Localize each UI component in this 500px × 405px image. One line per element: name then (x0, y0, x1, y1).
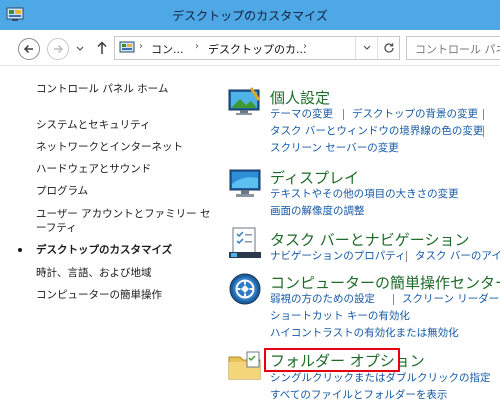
arrow-right-icon (54, 44, 64, 54)
navigation-bar: › コン... › デスクトップのカ... › コントロール パネ (0, 30, 500, 66)
search-placeholder: コントロール パネ (415, 43, 500, 56)
task-taskbar-icons[interactable]: タスク バーのアイコン (415, 250, 500, 263)
taskbar-navigation-icon (229, 227, 261, 258)
chevron-down-icon (363, 45, 370, 50)
sidebar-item-programs[interactable]: プログラム (36, 184, 88, 198)
task-change-desktop-background[interactable]: デスクトップの背景の変更 (352, 108, 478, 121)
task-enable-shortcut-keys[interactable]: ショートカット キーの有効化 (270, 310, 410, 323)
recent-locations-chevron-down-icon[interactable] (76, 46, 84, 52)
arrow-left-icon (23, 44, 33, 54)
task-show-hidden-files[interactable]: すべてのファイルとフォルダーを表示 (270, 389, 447, 402)
ease-of-access-icon (229, 273, 261, 305)
task-adjust-resolution[interactable]: 画面の解像度の調整 (270, 205, 365, 218)
category-title-display[interactable]: ディスプレイ (270, 167, 359, 188)
link-separator (343, 109, 344, 120)
breadcrumb-item-control-panel[interactable]: コン... (151, 41, 184, 57)
category-title-personalization[interactable]: 個人設定 (270, 87, 330, 108)
category-title-ease-of-access-center[interactable]: コンピューターの簡単操作センター (270, 272, 500, 293)
task-change-text-size[interactable]: テキストやその他の項目の大きさの変更 (270, 188, 459, 201)
sidebar-item-user-accounts[interactable]: ユーザー アカウントとファミリー セーフティ (36, 207, 211, 235)
window-title: デスクトップのカスタマイズ (172, 9, 328, 23)
task-navigation-properties[interactable]: ナビゲーションのプロパティ (270, 250, 406, 263)
sidebar-item-ease-of-access[interactable]: コンピューターの簡単操作 (36, 288, 162, 302)
personalization-icon (228, 87, 261, 115)
task-change-window-border-color[interactable]: タスク バーとウィンドウの境界線の色の変更 (270, 125, 483, 138)
task-toggle-high-contrast[interactable]: ハイコントラストの有効化または無効化 (270, 327, 459, 340)
control-panel-icon (119, 41, 135, 53)
up-arrow-icon[interactable] (96, 41, 108, 55)
task-use-screen-reader[interactable]: スクリーン リーダーの使 (402, 293, 500, 306)
category-title-taskbar-navigation[interactable]: タスク バーとナビゲーション (270, 229, 469, 250)
address-dropdown-button[interactable] (355, 37, 377, 59)
link-separator (483, 126, 484, 137)
folder-options-highlight-box (264, 348, 400, 372)
refresh-icon (383, 43, 394, 53)
breadcrumb-separator-icon[interactable]: › (303, 41, 307, 52)
refresh-button[interactable] (377, 37, 399, 59)
breadcrumb-separator-icon[interactable]: › (195, 41, 199, 52)
breadcrumb-item-current[interactable]: デスクトップのカ... (208, 41, 307, 57)
control-panel-window: デスクトップのカスタマイズ › コン... › デスクトップのカ... › コン… (0, 0, 500, 405)
folder-options-icon (228, 351, 261, 380)
task-change-screen-saver[interactable]: スクリーン セーバーの変更 (270, 142, 399, 155)
sidebar-item-control-panel-home[interactable]: コントロール パネル ホーム (36, 82, 168, 96)
forward-button[interactable] (47, 38, 69, 60)
task-change-theme[interactable]: テーマの変更 (270, 108, 333, 121)
sidebar: コントロール パネル ホーム システムとセキュリティ ネットワークとインターネッ… (0, 66, 215, 405)
sidebar-item-appearance-current: デスクトップのカスタマイズ (36, 244, 173, 256)
address-bar[interactable]: › コン... › デスクトップのカ... › (114, 36, 400, 60)
title-bar[interactable]: デスクトップのカスタマイズ (0, 0, 500, 30)
sidebar-item-clock-language-region[interactable]: 時計、言語、および地域 (36, 266, 152, 280)
link-separator (483, 109, 484, 120)
sidebar-item-system-security[interactable]: システムとセキュリティ (36, 118, 151, 132)
task-low-vision-settings[interactable]: 弱視の方のための設定 (270, 293, 375, 306)
display-icon (229, 169, 261, 197)
link-separator (393, 294, 394, 305)
task-single-double-click[interactable]: シングルクリックまたはダブルクリックの指定 (270, 372, 491, 385)
current-page-bullet-icon (18, 248, 22, 252)
link-separator (406, 251, 407, 262)
search-input[interactable]: コントロール パネ (406, 36, 500, 60)
breadcrumb-separator-icon[interactable]: › (139, 41, 143, 52)
back-button[interactable] (18, 38, 40, 60)
sidebar-item-hardware-sound[interactable]: ハードウェアとサウンド (36, 162, 151, 176)
sidebar-item-network[interactable]: ネットワークとインターネット (36, 140, 183, 154)
